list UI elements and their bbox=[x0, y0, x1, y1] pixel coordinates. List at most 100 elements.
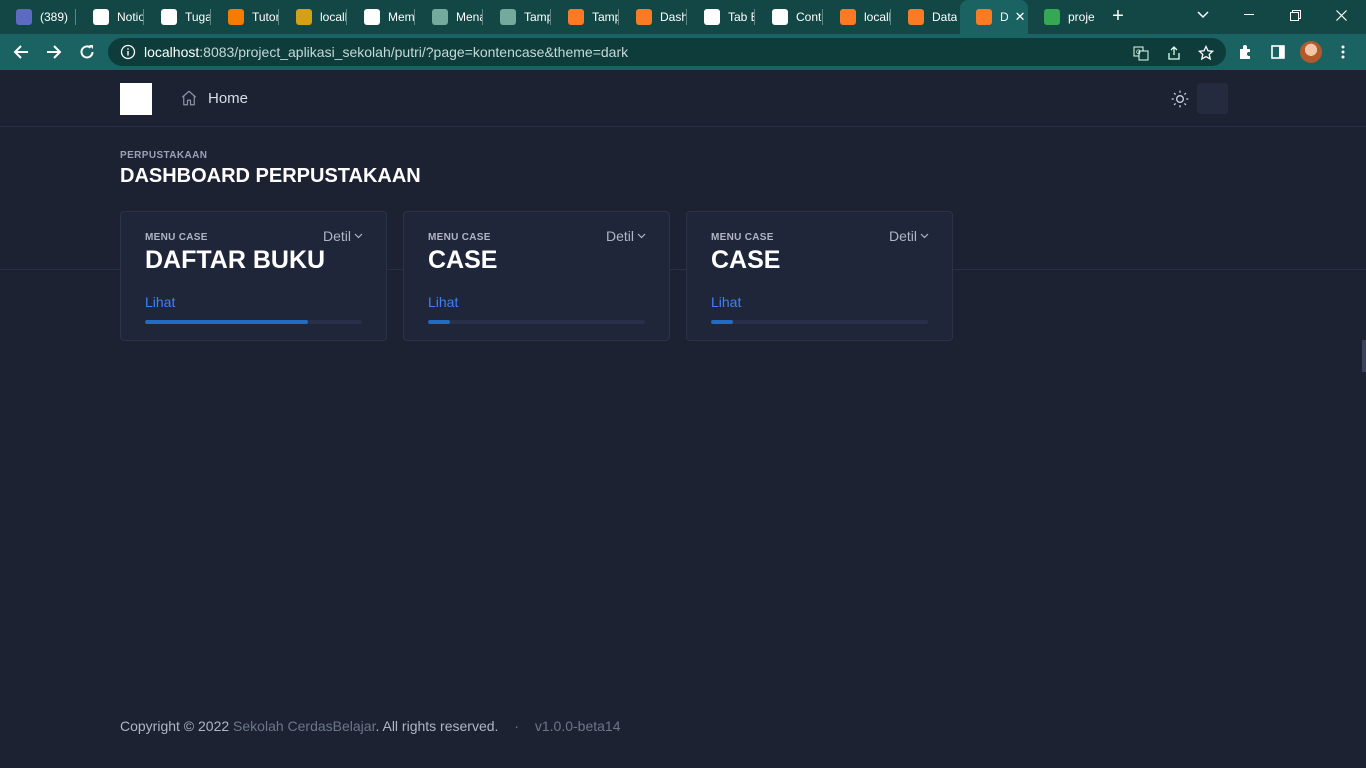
page-body: Home PERPUSTAKAAN DASHBOARD PERPUSTAKAAN… bbox=[0, 70, 1366, 768]
tab-separator bbox=[686, 9, 687, 25]
chevron-down-icon bbox=[637, 233, 646, 239]
browser-tab[interactable]: Tugas bbox=[145, 0, 211, 34]
card-progress-track bbox=[428, 320, 645, 324]
url-path: :8083/project_aplikasi_sekolah/putri/?pa… bbox=[199, 44, 629, 60]
browser-tab[interactable]: proje bbox=[1028, 0, 1096, 34]
tab-separator bbox=[550, 9, 551, 25]
blogger-icon bbox=[228, 9, 244, 25]
browser-tab[interactable]: Data bbox=[892, 0, 959, 34]
browser-toolbar: localhost:8083/project_aplikasi_sekolah/… bbox=[0, 34, 1366, 70]
tab-separator bbox=[754, 9, 755, 25]
page-pretitle: PERPUSTAKAAN bbox=[120, 150, 208, 161]
translate-icon[interactable]: G bbox=[1132, 44, 1150, 62]
xampp-icon bbox=[636, 9, 652, 25]
card-value: DAFTAR BUKU bbox=[145, 246, 326, 274]
browser-tab[interactable]: localh bbox=[824, 0, 891, 34]
top-navbar: Home bbox=[0, 70, 1366, 127]
browser-tab-title: (389) bbox=[40, 10, 69, 24]
browser-tab[interactable]: Tutor bbox=[212, 0, 279, 34]
chevron-down-icon bbox=[1197, 11, 1209, 19]
card-view-link[interactable]: Lihat bbox=[711, 294, 741, 310]
footer-rights: . All rights reserved. bbox=[375, 718, 499, 734]
card-progress-track bbox=[145, 320, 362, 324]
card-dropdown-label: Detil bbox=[605, 228, 634, 244]
info-icon[interactable] bbox=[120, 44, 136, 60]
back-button[interactable] bbox=[9, 40, 33, 64]
arrow-left-icon bbox=[13, 45, 28, 59]
minimize-button[interactable] bbox=[1226, 0, 1272, 30]
card-detail-dropdown[interactable]: Detil bbox=[606, 228, 646, 244]
browser-tab[interactable]: (389) bbox=[0, 0, 76, 34]
notion-icon bbox=[93, 9, 109, 25]
tab-search-button[interactable] bbox=[1180, 0, 1226, 30]
browser-tab-title: Mena bbox=[456, 10, 483, 24]
chatgpt-icon bbox=[432, 9, 448, 25]
new-tab-button[interactable]: + bbox=[1108, 6, 1128, 26]
card-view-link[interactable]: Lihat bbox=[145, 294, 175, 310]
card-progress-bar bbox=[428, 320, 450, 324]
browser-tab[interactable]: localh bbox=[280, 0, 347, 34]
more-menu-icon[interactable] bbox=[1333, 42, 1353, 62]
arrow-right-icon bbox=[47, 45, 62, 59]
browser-tab-title: D bbox=[1000, 10, 1009, 24]
address-bar[interactable]: localhost:8083/project_aplikasi_sekolah/… bbox=[108, 38, 1226, 66]
card-view-link[interactable]: Lihat bbox=[428, 294, 458, 310]
profile-avatar[interactable] bbox=[1300, 41, 1322, 63]
card-detail-dropdown[interactable]: Detil bbox=[889, 228, 929, 244]
chrome-icon bbox=[704, 9, 720, 25]
footer: Copyright © 2022 Sekolah CerdasBelajar. … bbox=[120, 718, 620, 734]
browser-tab[interactable]: Dash bbox=[620, 0, 687, 34]
browser-tab[interactable]: Tab B bbox=[688, 0, 755, 34]
stat-card-case-2: MENU CASE Detil CASE Lihat bbox=[686, 211, 953, 341]
url-text[interactable]: localhost:8083/project_aplikasi_sekolah/… bbox=[144, 44, 628, 60]
forward-button[interactable] bbox=[42, 40, 66, 64]
stat-card-daftar-buku: MENU CASE Detil DAFTAR BUKU Lihat bbox=[120, 211, 387, 341]
card-detail-dropdown[interactable]: Detil bbox=[323, 228, 363, 244]
footer-version-link[interactable]: v1.0.0-beta14 bbox=[535, 718, 621, 734]
browser-tab-strip: + (389) Notio Tugas Tutor localh Mem Mena Tamp T… bbox=[0, 0, 1366, 34]
browser-tab[interactable]: Conto bbox=[756, 0, 823, 34]
page-scrollbar[interactable] bbox=[1362, 340, 1366, 372]
xampp-icon bbox=[568, 9, 584, 25]
browser-tab-title: Tutor bbox=[252, 10, 279, 24]
chevron-down-icon bbox=[354, 233, 363, 239]
card-value: CASE bbox=[428, 246, 498, 274]
bookmark-star-icon[interactable] bbox=[1197, 44, 1215, 62]
card-value: CASE bbox=[711, 246, 781, 274]
restore-button[interactable] bbox=[1272, 0, 1318, 30]
openai-icon bbox=[364, 9, 380, 25]
browser-tab[interactable]: Notio bbox=[77, 0, 144, 34]
restore-icon bbox=[1289, 9, 1301, 21]
card-progress-bar bbox=[145, 320, 308, 324]
browser-tab[interactable]: Mem bbox=[348, 0, 415, 34]
user-menu-avatar[interactable] bbox=[1197, 83, 1228, 114]
card-progress-bar bbox=[711, 320, 733, 324]
browser-tab[interactable]: Mena bbox=[416, 0, 483, 34]
close-icon bbox=[1335, 9, 1347, 21]
share-icon[interactable] bbox=[1165, 44, 1183, 62]
close-window-button[interactable] bbox=[1318, 0, 1364, 30]
close-tab-icon[interactable]: ✕ bbox=[1015, 9, 1026, 25]
xampp-icon bbox=[840, 9, 856, 25]
sun-icon[interactable] bbox=[1170, 89, 1190, 109]
tab-separator bbox=[75, 9, 76, 25]
reload-icon bbox=[80, 45, 94, 59]
reload-button[interactable] bbox=[75, 40, 99, 64]
chatgpt-icon bbox=[500, 9, 516, 25]
tab-separator bbox=[346, 9, 347, 25]
footer-org-link[interactable]: Sekolah CerdasBelajar bbox=[233, 718, 375, 734]
google-drive-icon bbox=[1044, 9, 1060, 25]
browser-tab[interactable]: Tamp bbox=[552, 0, 619, 34]
browser-tab-title: Mem bbox=[388, 10, 415, 24]
browser-tab[interactable]: D ✕ bbox=[960, 0, 1028, 34]
extensions-icon[interactable] bbox=[1236, 42, 1256, 62]
nav-home-link[interactable]: Home bbox=[180, 89, 248, 107]
nav-home-label: Home bbox=[208, 89, 249, 107]
card-subheader: MENU CASE bbox=[711, 232, 774, 243]
xampp-icon bbox=[908, 9, 924, 25]
card-dropdown-label: Detil bbox=[322, 228, 351, 244]
brand-logo[interactable] bbox=[120, 83, 152, 115]
side-panel-icon[interactable] bbox=[1268, 42, 1288, 62]
browser-tab-title: proje bbox=[1068, 10, 1095, 24]
browser-tab[interactable]: Tamp bbox=[484, 0, 551, 34]
